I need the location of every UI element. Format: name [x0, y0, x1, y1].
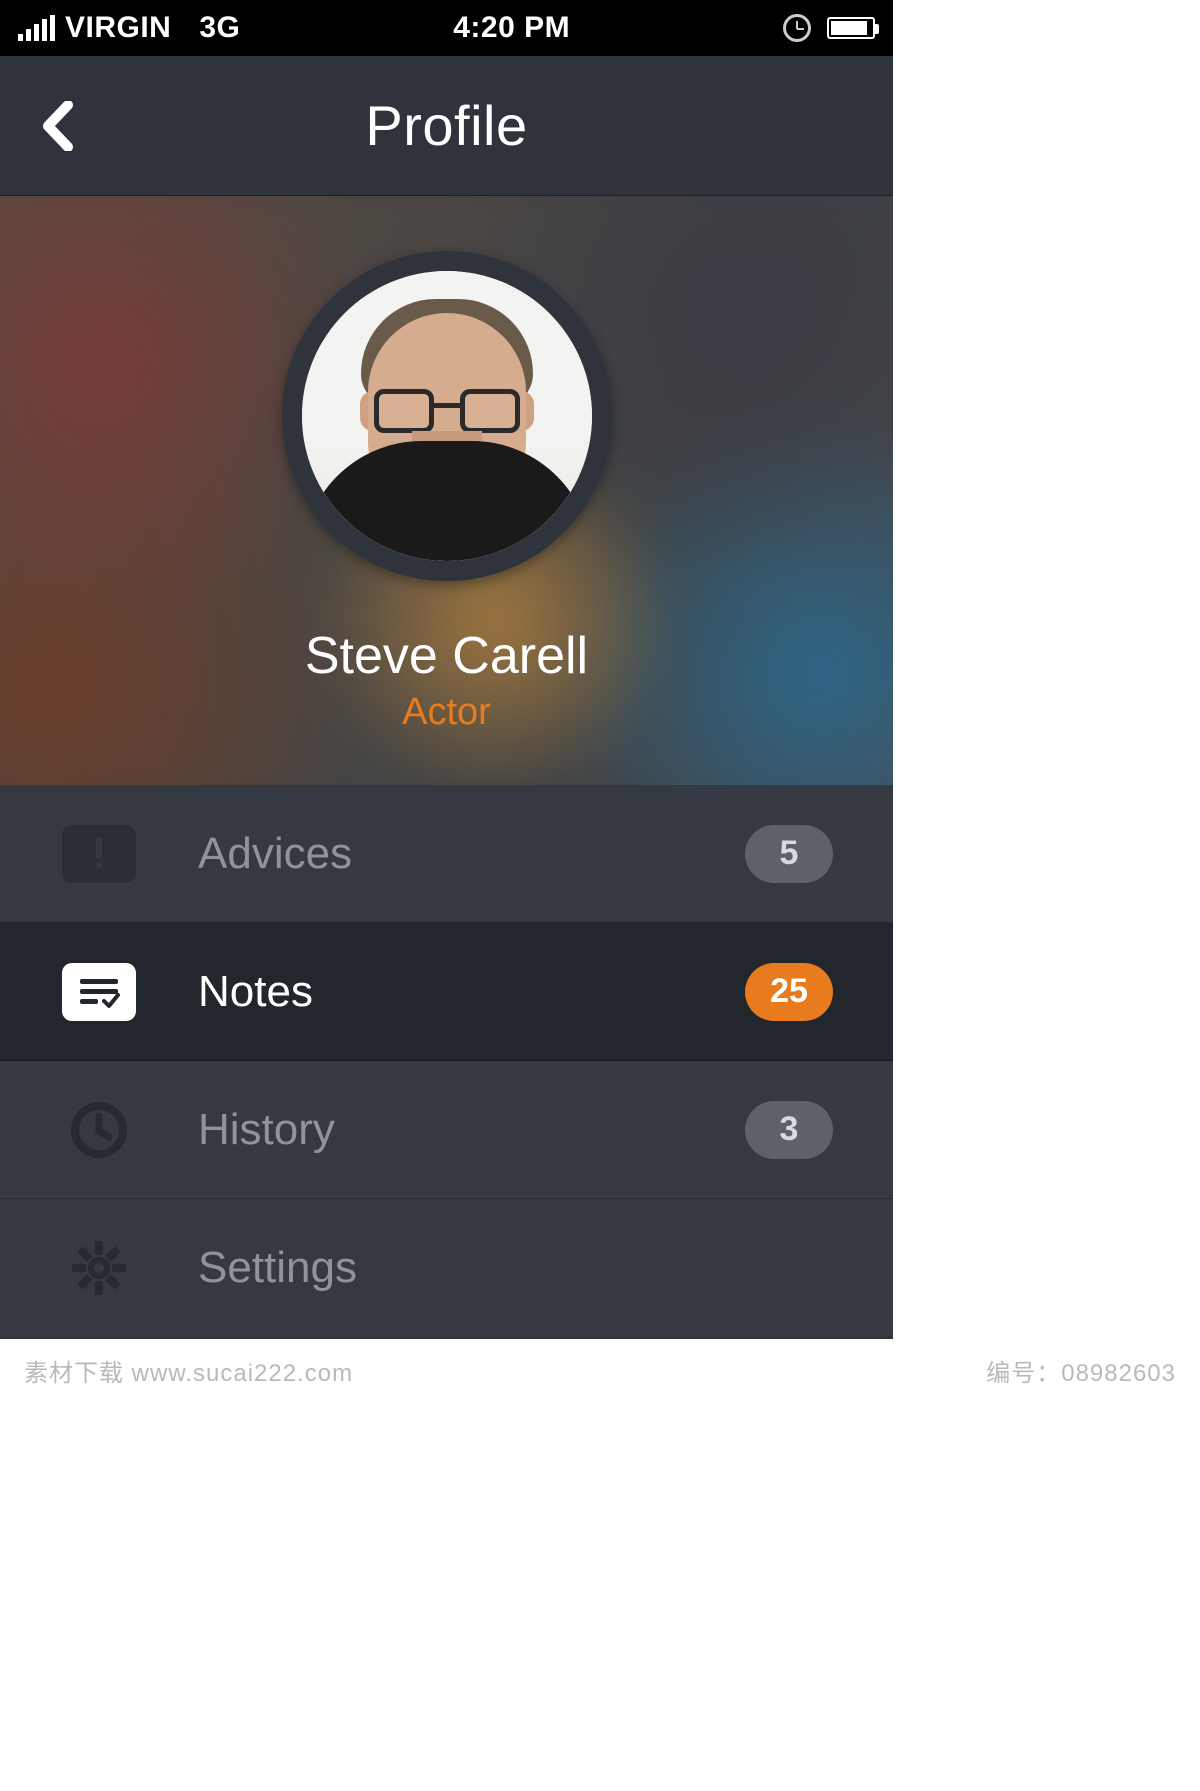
app-screen: VIRGIN 3G 4:20 PM Profile: [0, 0, 893, 1339]
watermark-left-cn: 素材下载: [24, 1360, 124, 1387]
profile-hero: Steve Carell Actor: [0, 196, 893, 785]
menu-item-history[interactable]: History 3: [0, 1061, 893, 1199]
count-badge: 25: [745, 963, 833, 1021]
page-title: Profile: [365, 93, 527, 158]
menu-label: Advices: [198, 829, 745, 879]
count-badge: 5: [745, 825, 833, 883]
network-label: 3G: [199, 11, 240, 45]
watermark-right-label: 编号：: [986, 1360, 1061, 1387]
alert-icon: [62, 825, 136, 883]
status-bar: VIRGIN 3G 4:20 PM: [0, 0, 893, 56]
signal-icon: [18, 15, 55, 41]
nav-header: Profile: [0, 56, 893, 196]
menu-item-settings[interactable]: Settings: [0, 1199, 893, 1337]
menu-item-notes[interactable]: Notes 25: [0, 923, 893, 1061]
avatar-ring: [282, 251, 612, 581]
battery-icon: [827, 17, 875, 39]
profile-role: Actor: [0, 691, 893, 734]
status-right: [783, 14, 875, 42]
menu-label: Settings: [198, 1243, 833, 1293]
count-badge: 3: [745, 1101, 833, 1159]
alarm-icon: [783, 14, 811, 42]
menu-label: History: [198, 1105, 745, 1155]
menu-item-advices[interactable]: Advices 5: [0, 785, 893, 923]
status-time: 4:20 PM: [240, 11, 783, 45]
avatar[interactable]: [302, 271, 592, 561]
chevron-left-icon: [40, 101, 76, 151]
watermark-bar: 素材下载 www.sucai222.com 编号：08982603: [0, 1339, 1200, 1402]
watermark-left: 素材下载 www.sucai222.com: [24, 1353, 353, 1388]
menu-label: Notes: [198, 967, 745, 1017]
watermark-url: www.sucai222.com: [132, 1360, 353, 1387]
notes-icon: [62, 963, 136, 1021]
gear-icon: [67, 1236, 131, 1300]
back-button[interactable]: [40, 101, 76, 151]
carrier-label: VIRGIN: [65, 11, 171, 45]
watermark-id: 08982603: [1061, 1360, 1176, 1387]
status-left: VIRGIN 3G: [18, 11, 240, 45]
profile-name: Steve Carell: [0, 626, 893, 686]
watermark-right: 编号：08982603: [986, 1353, 1176, 1388]
clock-icon: [67, 1098, 131, 1162]
profile-menu: Advices 5 Notes 25: [0, 785, 893, 1337]
